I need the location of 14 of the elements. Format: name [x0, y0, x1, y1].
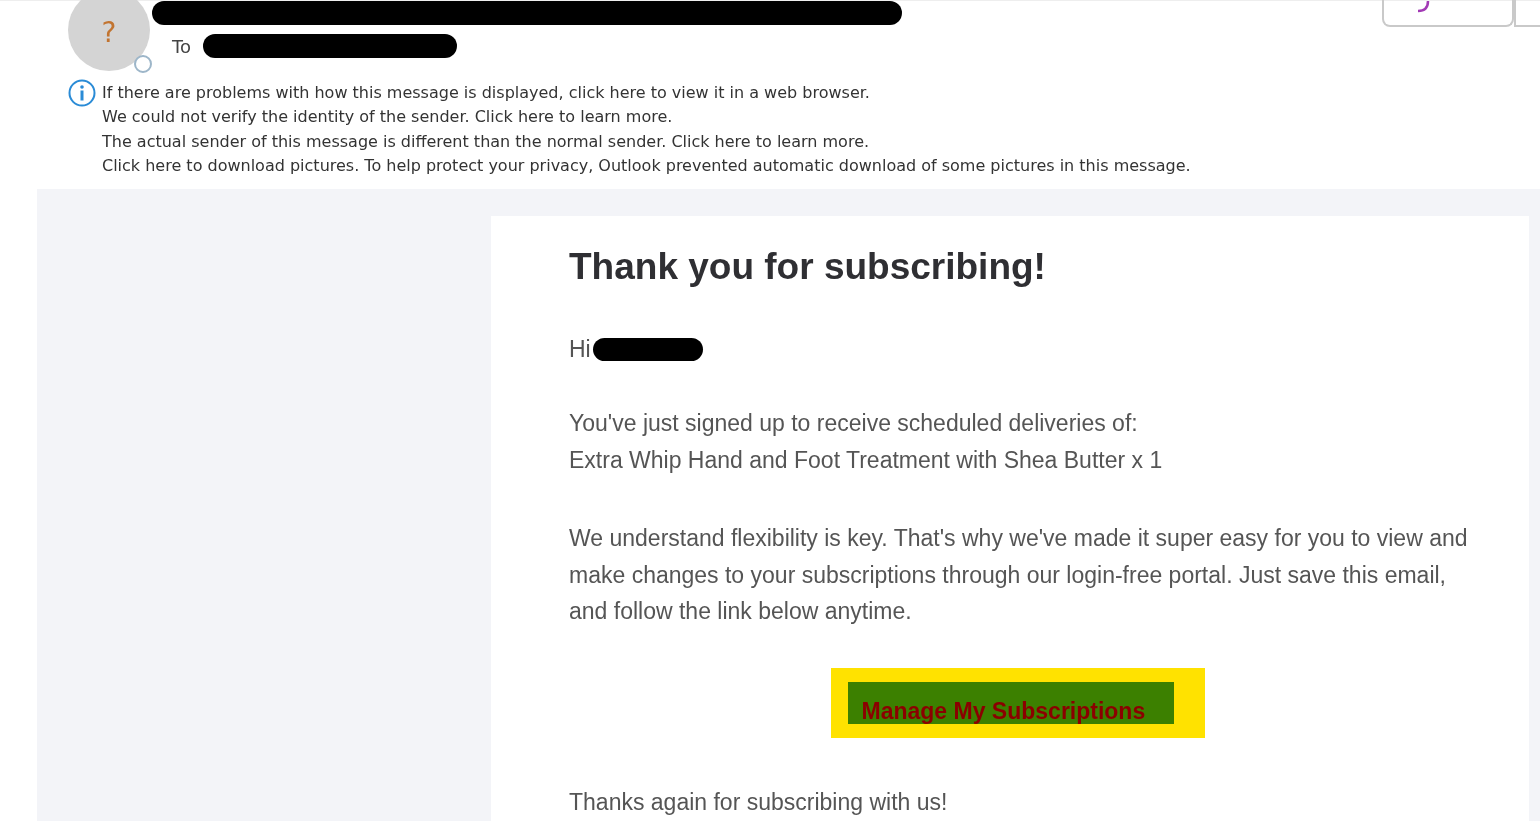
- notice-link[interactable]: We could not verify the identity of the sender. Click here to learn more.: [102, 105, 1191, 130]
- closing-text: Thanks again for subscribing with us!: [569, 787, 949, 817]
- body-text: Extra Whip Hand and Foot Treatment with Shea Butter x 1: [569, 445, 1164, 475]
- question-mark: ?: [101, 15, 117, 49]
- notice-link[interactable]: The actual sender of this message is different than the normal sender. Click here to learn more.: [102, 129, 1191, 154]
- notice-link[interactable]: If there are problems with how this message is displayed, click here to view it in a web browser.: [102, 81, 1191, 106]
- presence-status-icon: [134, 55, 152, 73]
- to-label: To: [172, 35, 191, 57]
- email-heading: Thank you for subscribing!: [569, 246, 1047, 288]
- info-icon: [68, 79, 96, 107]
- body-text: We understand flexibility is key. That's why we've made it super easy for you to view and make changes to your subscriptions through our login-free portal. Just save this email, and follow the link below anytime.: [569, 524, 1469, 626]
- greeting: Hi: [569, 336, 591, 363]
- notice-link[interactable]: Click here to download pictures. To help protect your privacy, Outlook prevented automatic download of some pictures in this message.: [102, 153, 1191, 179]
- body-text: You've just signed up to receive scheduled deliveries of:: [569, 409, 1139, 438]
